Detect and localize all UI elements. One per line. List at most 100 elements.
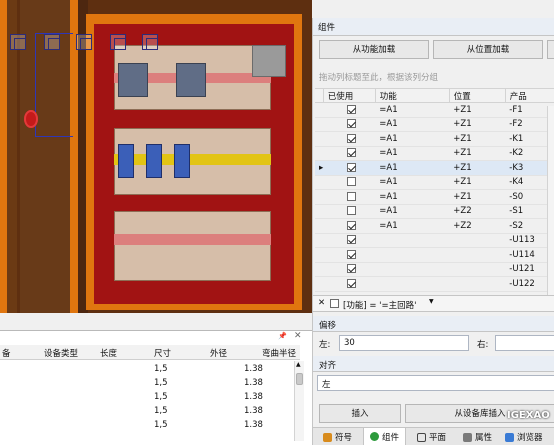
bottom-table-body[interactable]: 1,5 1.38 1,5 1.38 1,5 1.38 1,5 1.38 1,5 1.38 [0,361,296,441]
contactor-device[interactable] [118,63,148,97]
right-offset-input[interactable] [495,335,554,351]
used-checkbox[interactable] [347,206,357,216]
view-cube-icon[interactable] [142,34,158,50]
row-indicator [315,233,324,248]
contactor-device[interactable] [176,63,206,97]
column-header-device-type[interactable]: 设备类型 [44,347,78,359]
tab-plan[interactable]: 平面 [411,428,452,445]
din-rail-tray-3[interactable] [114,211,271,281]
used-checkbox[interactable] [347,177,357,187]
view-cube-icon[interactable] [10,34,26,50]
used-checkbox[interactable] [347,133,357,143]
position-cell [449,276,506,292]
position-cell [449,247,506,263]
clear-filter-icon[interactable]: ✕ [318,298,325,308]
left-offset-input[interactable]: 30 [339,335,469,351]
view-cube-icon[interactable] [76,34,92,50]
column-header-bend-radius[interactable]: 弯曲半径 [262,347,296,359]
size-cell: 1,5 [154,392,168,402]
function-cell: =A1 [375,102,450,118]
size-cell: 1,5 [154,378,168,388]
used-checkbox[interactable] [347,264,357,274]
column-header-outer-diameter[interactable]: 外径 [210,347,227,359]
view-cube-icon[interactable] [44,34,60,50]
align-select[interactable]: 左 [317,375,554,391]
function-cell [375,262,450,277]
selected-component-box[interactable] [252,45,286,77]
filter-bar: ✕ [功能] = '=主回路' ▼ [313,295,554,312]
column-header-position[interactable]: 位置 [448,88,506,103]
load-from-position-button[interactable]: 从位置加载 [433,40,543,59]
tray-3-duct [114,234,271,245]
tab-browser[interactable]: 浏览器 [499,428,549,445]
column-header-size[interactable]: 尺寸 [154,347,171,359]
used-checkbox[interactable] [347,220,357,230]
insert-button[interactable]: 插入 [319,404,401,423]
bottom-scrollbar[interactable]: ▲ [294,361,304,441]
table-row[interactable]: =A1 +Z1 -K4 [315,175,554,190]
table-row[interactable]: 1,5 1.38 [0,392,294,406]
used-checkbox[interactable] [347,162,357,172]
relay-device[interactable] [146,144,162,178]
tab-component[interactable]: 组件 [363,428,407,445]
table-row[interactable]: 1,5 1.38 [0,364,294,378]
used-checkbox[interactable] [347,148,357,158]
scroll-up-icon[interactable]: ▲ [296,361,301,368]
layout-canvas[interactable] [0,0,312,313]
column-header-note[interactable]: 备 [2,347,11,359]
filter-enable-checkbox[interactable] [330,299,339,308]
offset-section-title: 偏移 [313,316,554,332]
row-indicator [315,189,324,205]
relay-device[interactable] [174,144,190,178]
table-row[interactable]: 1,5 1.38 [0,378,294,392]
cable-properties-panel: 📌 ✕ 备 设备类型 长度 尺寸 外径 弯曲半径 1,5 1.38 1,5 1.38 1… [0,330,312,445]
function-cell: =A1 [375,204,450,219]
pin-icon[interactable]: 📌 [278,332,287,340]
used-checkbox[interactable] [347,119,357,129]
filter-dropdown-icon[interactable]: ▼ [429,298,434,305]
table-row[interactable]: -U122 [315,276,554,292]
relay-device[interactable] [118,144,134,178]
table-row[interactable]: 1,5 1.38 [0,406,294,420]
table-row[interactable]: ▸ =A1 +Z1 -K3 [315,160,554,176]
close-icon[interactable]: ✕ [294,331,302,341]
column-header-product[interactable]: 产品 [504,88,554,103]
table-row[interactable]: =A1 +Z2 -S1 [315,204,554,219]
table-row[interactable]: =A1 +Z1 -F1 [315,102,554,118]
used-checkbox[interactable] [347,235,357,245]
table-row[interactable]: -U121 [315,262,554,277]
tab-symbol[interactable]: 符号 [317,428,358,445]
column-header-function[interactable]: 功能 [374,88,450,103]
table-row[interactable]: -U113 [315,233,554,248]
size-cell: 1,5 [154,364,168,374]
align-section-title: 对齐 [313,356,554,372]
used-checkbox[interactable] [347,104,357,114]
table-row[interactable]: =A1 +Z1 -S0 [315,189,554,205]
used-checkbox[interactable] [347,191,357,201]
table-row[interactable]: =A1 +Z1 -K1 [315,131,554,147]
column-header-length[interactable]: 长度 [100,347,117,359]
function-cell [375,276,450,292]
outer-diameter-cell: 1.38 [244,406,263,416]
function-cell: =A1 [375,117,450,132]
table-row[interactable]: 1,5 1.38 [0,420,294,434]
load-from-function-button[interactable]: 从功能加载 [319,40,429,59]
table-row[interactable]: -U114 [315,247,554,263]
plan-icon [417,432,426,442]
table-scrollbar[interactable] [547,106,554,296]
position-cell: +Z1 [449,160,506,176]
position-cell: +Z1 [449,146,506,161]
size-cell: 1,5 [154,420,168,430]
more-button[interactable] [547,40,554,59]
tab-properties[interactable]: 属性 [457,428,498,445]
table-row[interactable]: =A1 +Z1 -F2 [315,117,554,132]
table-row[interactable]: =A1 +Z1 -K2 [315,146,554,161]
table-row[interactable]: =A1 +Z2 -S2 [315,218,554,234]
column-header-used[interactable]: 已使用 [322,88,376,103]
used-cell [323,102,376,118]
view-cube-icon[interactable] [110,34,126,50]
used-checkbox[interactable] [347,278,357,288]
scroll-thumb[interactable] [296,373,303,385]
components-table[interactable]: 已使用 功能 位置 产品 =A1 +Z1 -F1 =A1 +Z1 -F2 =A1 +Z1 -K1… [315,88,554,292]
used-checkbox[interactable] [347,249,357,259]
